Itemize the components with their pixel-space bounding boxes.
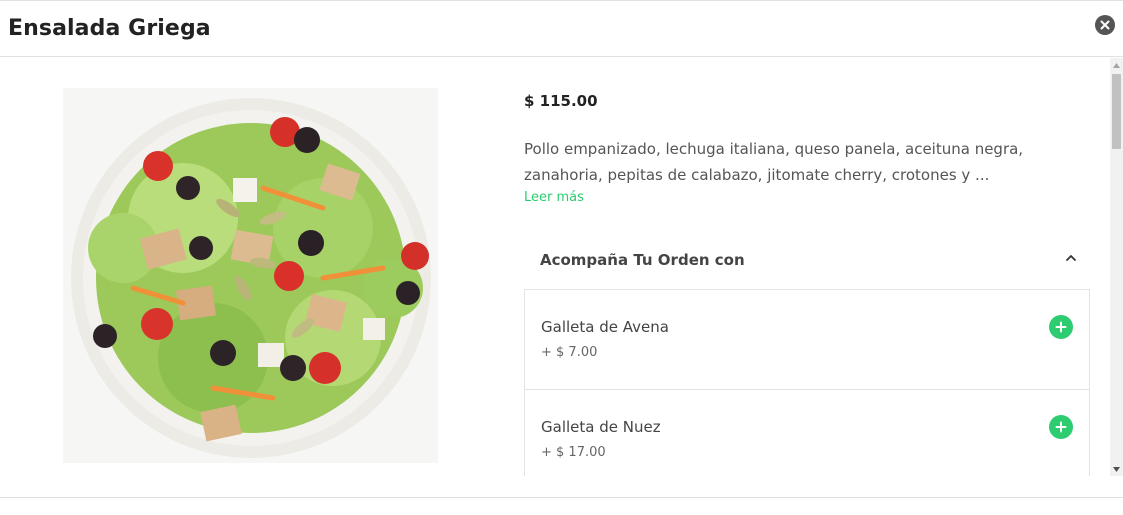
- list-item: Galleta de Avena + $ 7.00: [525, 290, 1089, 390]
- extra-price: + $ 7.00: [541, 345, 598, 360]
- list-item: Galleta de Nuez + $ 17.00: [525, 390, 1089, 476]
- product-description: Pollo empanizado, lechuga italiana, ques…: [524, 140, 1024, 184]
- scroll-up-arrow-icon[interactable]: [1110, 58, 1123, 72]
- close-button[interactable]: [1095, 15, 1115, 35]
- plus-icon: [1055, 421, 1067, 433]
- salad-illustration: [63, 88, 438, 463]
- extra-name: Galleta de Nuez: [541, 418, 661, 436]
- scroll-down-arrow-icon[interactable]: [1110, 462, 1123, 476]
- modal-body: $ 115.00 Pollo empanizado, lechuga itali…: [0, 58, 1110, 476]
- chevron-up-icon[interactable]: [1064, 251, 1078, 265]
- plus-icon: [1055, 321, 1067, 333]
- modal-title: Ensalada Griega: [8, 16, 211, 41]
- extras-section-header[interactable]: Acompaña Tu Orden con: [524, 239, 1090, 289]
- extra-price: + $ 17.00: [541, 445, 606, 460]
- extras-title: Acompaña Tu Orden con: [540, 251, 745, 269]
- divider: [0, 497, 1123, 498]
- extras-list: Galleta de Avena + $ 7.00 Galleta de Nue…: [524, 289, 1090, 476]
- product-price: $ 115.00: [524, 92, 598, 110]
- add-extra-button[interactable]: [1049, 315, 1073, 339]
- extra-name: Galleta de Avena: [541, 318, 669, 336]
- read-more-link[interactable]: Leer más: [524, 190, 584, 205]
- modal-header: Ensalada Griega: [0, 2, 1123, 57]
- scrollbar[interactable]: [1110, 58, 1123, 476]
- add-extra-button[interactable]: [1049, 415, 1073, 439]
- product-image: [63, 88, 438, 463]
- close-icon: [1100, 20, 1110, 30]
- scrollbar-thumb[interactable]: [1112, 74, 1121, 149]
- product-modal: Ensalada Griega $ 115.00 Pollo empanizad…: [0, 0, 1123, 515]
